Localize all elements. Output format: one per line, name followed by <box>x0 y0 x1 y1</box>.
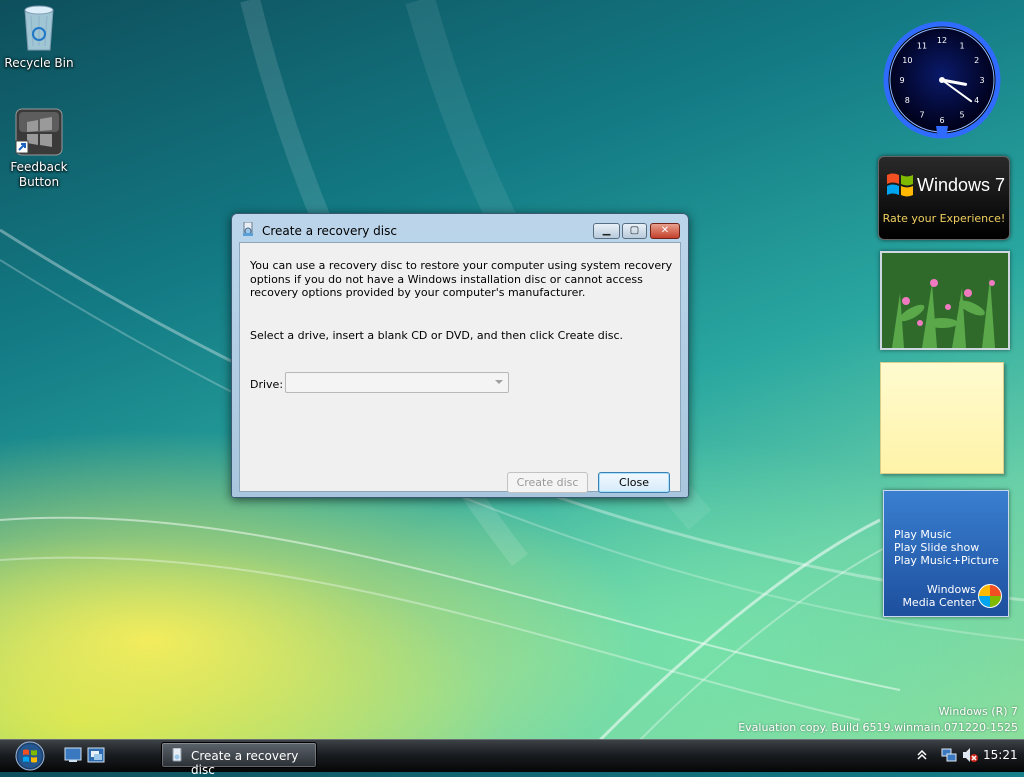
switch-windows-icon[interactable] <box>87 747 105 763</box>
media-center-brand: Windows Media Center <box>902 583 976 609</box>
windows-orb-icon <box>978 584 1002 608</box>
play-music-picture-link[interactable]: Play Music+Picture <box>894 554 999 567</box>
clock-numeral: 10 <box>902 56 912 65</box>
recovery-disc-icon <box>172 748 182 762</box>
show-desktop-icon[interactable] <box>64 747 82 763</box>
drive-select[interactable] <box>285 372 509 393</box>
play-slideshow-link[interactable]: Play Slide show <box>894 541 979 554</box>
windows7-title: Windows 7 <box>917 175 1006 195</box>
drive-label: Drive: <box>250 378 284 391</box>
watermark-build: Evaluation copy. Build 6519.winmain.0712… <box>738 721 1018 734</box>
clock-numeral: 12 <box>937 36 947 45</box>
dialog-intro-text: You can use a recovery disc to restore y… <box>250 259 673 299</box>
flower-photo-icon <box>882 253 1008 348</box>
taskbar-button-recovery-disc[interactable]: Create a recovery disc <box>161 742 317 777</box>
taskbar-clock[interactable]: 15:21 <box>983 748 1018 762</box>
play-music-link[interactable]: Play Music <box>894 528 952 541</box>
taskbar-button-label: Create a recovery disc <box>191 749 299 777</box>
media-center-gadget[interactable]: Play Music Play Slide show Play Music+Pi… <box>883 490 1009 617</box>
clock-numeral: 1 <box>959 41 964 50</box>
sticky-note-gadget[interactable] <box>880 362 1004 474</box>
clock-numeral: 3 <box>979 76 984 85</box>
maximize-button[interactable]: ▢ <box>622 223 647 239</box>
minimize-icon: ▁ <box>602 225 611 236</box>
maximize-icon: ▢ <box>629 225 640 236</box>
clock-gadget[interactable]: 12 1 2 3 4 5 6 7 8 9 10 11 <box>880 18 1004 142</box>
desktop-icon-recycle-bin[interactable]: Recycle Bin <box>0 4 78 70</box>
dialog-instruction-text: Select a drive, insert a blank CD or DVD… <box>250 329 624 342</box>
rate-experience-link[interactable]: Rate your Experience! <box>879 212 1009 225</box>
clock-face-icon: 121234567891011 <box>883 21 1001 139</box>
clock-numeral: 4 <box>974 96 979 105</box>
recovery-disc-dialog: Create a recovery disc ▁ ▢ ✕ You can use… <box>231 213 689 498</box>
system-tray: 15:21 <box>909 741 1024 771</box>
dialog-content: You can use a recovery disc to restore y… <box>239 242 681 493</box>
chevron-down-icon <box>495 380 503 384</box>
taskbar <box>0 739 1024 772</box>
clock-numeral: 11 <box>917 41 927 50</box>
windows-flag-icon <box>887 173 913 197</box>
recycle-bin-icon <box>19 4 59 52</box>
feedback-button-icon <box>15 108 63 156</box>
network-icon[interactable] <box>941 747 957 763</box>
windows7-rating-gadget[interactable]: Windows 7 Rate your Experience! <box>878 156 1010 240</box>
desktop-icon-feedback-button[interactable]: Feedback Button <box>0 108 78 190</box>
volume-muted-icon[interactable] <box>961 747 979 763</box>
create-disc-button[interactable]: Create disc <box>507 472 588 493</box>
chevron-up-icon[interactable] <box>917 750 927 760</box>
dialog-titlebar[interactable]: Create a recovery disc ▁ ▢ ✕ <box>232 214 688 242</box>
slideshow-gadget[interactable] <box>880 251 1010 350</box>
clock-numeral: 6 <box>939 116 944 125</box>
close-icon: ✕ <box>660 225 670 236</box>
close-button[interactable]: Close <box>598 472 670 493</box>
recovery-disc-icon <box>243 222 253 236</box>
minimize-button[interactable]: ▁ <box>593 223 620 239</box>
watermark-version: Windows (R) 7 <box>938 705 1018 718</box>
clock-numeral: 5 <box>959 111 964 120</box>
clock-numeral: 8 <box>905 96 910 105</box>
desktop-icon-label: Recycle Bin <box>4 56 74 70</box>
desktop-icon-label: Feedback Button <box>10 160 68 189</box>
clock-numeral: 2 <box>974 56 979 65</box>
dialog-title: Create a recovery disc <box>262 224 397 238</box>
clock-numeral: 9 <box>899 76 904 85</box>
clock-numeral: 7 <box>919 111 924 120</box>
close-window-button[interactable]: ✕ <box>650 223 680 239</box>
start-button[interactable] <box>8 740 50 771</box>
